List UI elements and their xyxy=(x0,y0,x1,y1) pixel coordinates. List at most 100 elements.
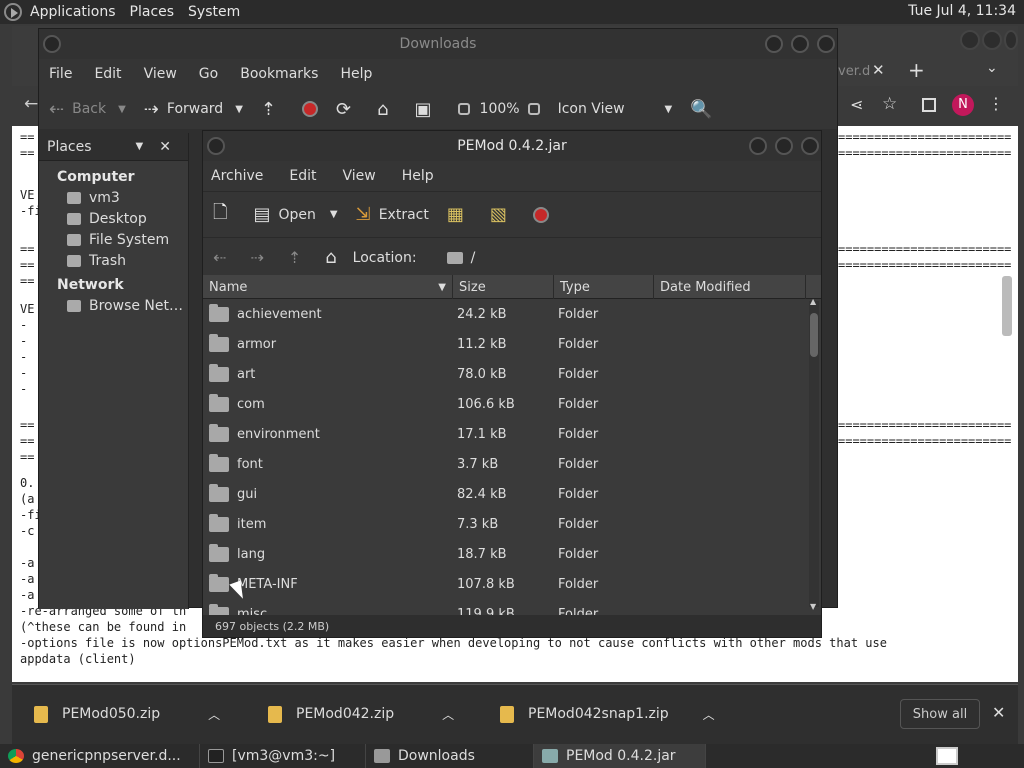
chrome-tab-title[interactable]: ver.d xyxy=(838,64,870,79)
table-row[interactable]: armor 11.2 kB Folder xyxy=(203,329,821,359)
table-row[interactable]: META-INF 107.8 kB Folder xyxy=(203,569,821,599)
menu-applications[interactable]: Applications xyxy=(30,4,116,20)
table-row[interactable]: achievement 24.2 kB Folder xyxy=(203,299,821,329)
chrome-page-scrollbar[interactable] xyxy=(1002,276,1012,336)
chevron-up-icon[interactable]: ︿ xyxy=(208,706,220,723)
zoom-out-icon[interactable] xyxy=(457,103,470,115)
column-name[interactable]: Name ▼ xyxy=(203,275,453,299)
zoom-in-icon[interactable] xyxy=(527,103,540,115)
view-selector[interactable]: Icon View ▼ xyxy=(558,101,673,117)
menu-help[interactable]: Help xyxy=(340,66,372,82)
menu-places[interactable]: Places xyxy=(130,4,175,20)
download-item[interactable]: PEMod042.zip ︿ xyxy=(268,699,454,729)
forward-arrow-icon[interactable]: ⇢ xyxy=(250,248,263,267)
open-button[interactable]: ▤ Open ▼ xyxy=(253,204,337,225)
new-tab-icon[interactable]: + xyxy=(908,58,925,82)
new-archive-button[interactable]: 🗋 xyxy=(213,200,235,230)
maximize-button[interactable] xyxy=(791,35,809,53)
chevron-down-icon[interactable]: ▼ xyxy=(118,104,126,115)
menu-edit[interactable]: Edit xyxy=(289,168,316,184)
window-menu-button[interactable] xyxy=(207,137,225,155)
table-row[interactable]: item 7.3 kB Folder xyxy=(203,509,821,539)
extract-button[interactable]: ⇲ Extract xyxy=(356,204,429,225)
profile-avatar[interactable]: N xyxy=(952,94,974,116)
panel-clock[interactable]: Tue Jul 4, 11:34 xyxy=(908,3,1016,19)
task-archive[interactable]: PEMod 0.4.2.jar xyxy=(534,744,706,768)
home-button[interactable]: ⌂ xyxy=(377,99,396,120)
stop-button[interactable] xyxy=(532,206,549,223)
chrome-back-icon[interactable]: ← xyxy=(24,94,38,114)
table-row[interactable]: art 78.0 kB Folder xyxy=(203,359,821,389)
task-downloads[interactable]: Downloads xyxy=(366,744,534,768)
column-type[interactable]: Type xyxy=(554,275,654,299)
column-size[interactable]: Size xyxy=(453,275,554,299)
bookmark-star-icon[interactable]: ☆ xyxy=(882,94,897,114)
minimize-button[interactable] xyxy=(765,35,783,53)
menu-edit[interactable]: Edit xyxy=(94,66,121,82)
close-button[interactable] xyxy=(801,137,819,155)
forward-button[interactable]: ⇢ Forward ▼ xyxy=(144,99,243,120)
stop-button[interactable] xyxy=(302,101,318,117)
sidebar-item-browse-network[interactable]: Browse Net… xyxy=(39,293,188,314)
side-panel-icon[interactable] xyxy=(922,98,936,112)
workspace-switcher[interactable] xyxy=(936,747,958,765)
table-row[interactable]: lang 18.7 kB Folder xyxy=(203,539,821,569)
menu-view[interactable]: View xyxy=(343,168,376,184)
distro-logo-icon[interactable] xyxy=(4,3,22,21)
chevron-up-icon[interactable]: ︿ xyxy=(703,706,715,723)
chevron-down-icon[interactable]: ▼ xyxy=(330,209,338,220)
show-all-button[interactable]: Show all xyxy=(900,699,980,729)
maximize-button[interactable] xyxy=(775,137,793,155)
downloads-titlebar[interactable]: Downloads xyxy=(39,29,837,59)
add-folder-button[interactable]: ▧ xyxy=(490,204,515,225)
task-terminal[interactable]: [vm3@vm3:~] xyxy=(200,744,366,768)
menu-file[interactable]: File xyxy=(49,66,72,82)
table-row[interactable]: environment 17.1 kB Folder xyxy=(203,419,821,449)
scroll-down-icon[interactable]: ▼ xyxy=(810,602,816,611)
window-menu-button[interactable] xyxy=(43,35,61,53)
add-files-button[interactable]: ▦ xyxy=(447,204,472,225)
chevron-down-icon[interactable]: ▼ xyxy=(235,104,243,115)
menu-bookmarks[interactable]: Bookmarks xyxy=(240,66,318,82)
download-item[interactable]: PEMod050.zip ︿ xyxy=(34,699,220,729)
close-button[interactable] xyxy=(817,35,835,53)
back-button[interactable]: ⇠ Back ▼ xyxy=(49,99,126,120)
sidebar-item-desktop[interactable]: Desktop xyxy=(39,206,188,227)
zoom-control[interactable]: 100% xyxy=(457,101,540,117)
close-downloads-bar-icon[interactable]: ✕ xyxy=(992,703,1005,722)
reload-button[interactable]: ⟳ xyxy=(336,99,359,120)
menu-view[interactable]: View xyxy=(144,66,177,82)
scroll-up-icon[interactable]: ▲ xyxy=(810,297,816,306)
scrollbar-thumb[interactable] xyxy=(810,313,818,357)
chrome-maximize-button[interactable] xyxy=(982,30,1002,50)
archive-titlebar[interactable]: PEMod 0.4.2.jar xyxy=(203,131,821,161)
sidebar-item-file-system[interactable]: File System xyxy=(39,227,188,248)
menu-archive[interactable]: Archive xyxy=(211,168,263,184)
chrome-minimize-button[interactable] xyxy=(960,30,980,50)
task-chrome[interactable]: genericpnpserver.d... xyxy=(0,744,200,768)
places-header[interactable]: Places ▼ ✕ xyxy=(39,133,188,161)
sidebar-item-trash[interactable]: Trash xyxy=(39,248,188,269)
table-row[interactable]: font 3.7 kB Folder xyxy=(203,449,821,479)
home-icon[interactable]: ⌂ xyxy=(325,247,336,268)
back-arrow-icon[interactable]: ⇠ xyxy=(213,248,226,267)
sidebar-item-vm3[interactable]: vm3 xyxy=(39,185,188,206)
column-date-modified[interactable]: Date Modified xyxy=(654,275,806,299)
share-icon[interactable]: ⋖ xyxy=(850,95,863,114)
table-row[interactable]: gui 82.4 kB Folder xyxy=(203,479,821,509)
table-row[interactable]: misc 119.9 kB Folder xyxy=(203,599,821,615)
file-list-scrollbar[interactable]: ▲ ▼ xyxy=(809,297,819,611)
up-arrow-icon[interactable]: ⇡ xyxy=(288,248,301,267)
menu-help[interactable]: Help xyxy=(402,168,434,184)
search-button[interactable]: 🔍 xyxy=(690,99,720,120)
computer-button[interactable]: ▣ xyxy=(415,99,440,120)
close-tab-icon[interactable]: ✕ xyxy=(872,61,885,79)
chevron-down-icon[interactable]: ▼ xyxy=(136,141,144,152)
location-path[interactable]: / xyxy=(471,250,476,266)
chrome-close-button[interactable] xyxy=(1004,30,1018,50)
minimize-button[interactable] xyxy=(749,137,767,155)
menu-go[interactable]: Go xyxy=(199,66,218,82)
download-item[interactable]: PEMod042snap1.zip ︿ xyxy=(500,699,715,729)
chrome-menu-icon[interactable]: ⋮ xyxy=(988,94,1004,113)
tab-search-chevron-icon[interactable]: ⌄ xyxy=(986,60,998,76)
